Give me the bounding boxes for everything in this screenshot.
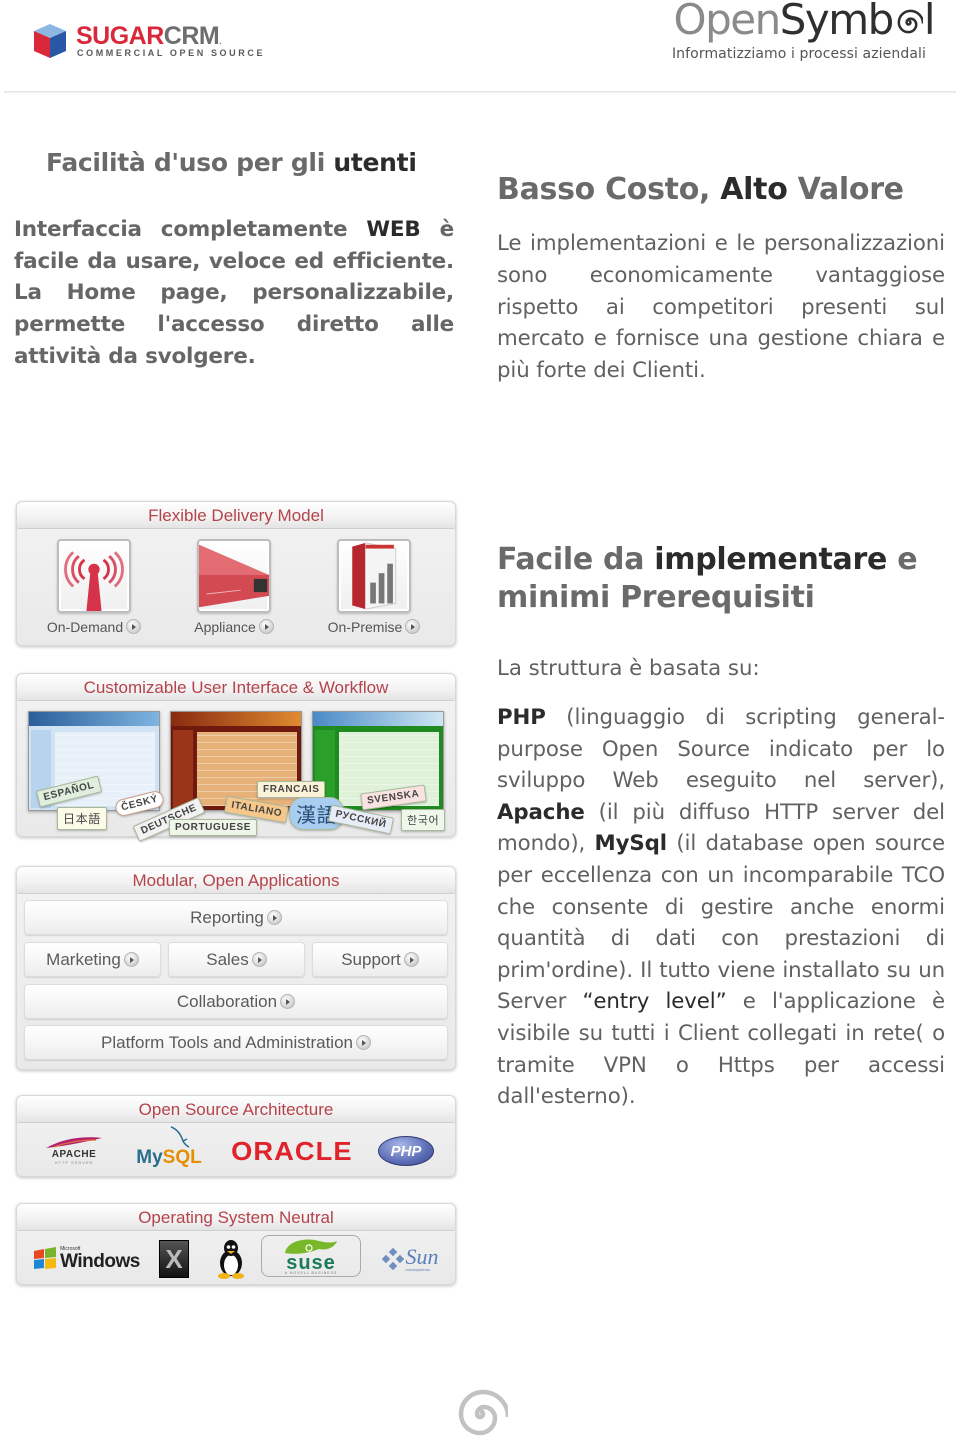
language-tag: FRANCAIS <box>257 781 326 798</box>
appliance-option[interactable]: Appliance <box>174 539 294 635</box>
arrow-right-icon[interactable] <box>126 619 142 634</box>
language-tag: 한국어 <box>401 809 446 831</box>
reporting-button[interactable]: Reporting <box>24 900 448 935</box>
implementation-heading: Facile da implementare e minimi Prerequi… <box>497 542 918 615</box>
custom-ui-panel: Customizable User Interface & Workflow E… <box>16 673 456 842</box>
sugarcrm-tagline: COMMERCIAL OPEN SOURCE <box>77 48 266 58</box>
server-appliance-icon <box>197 539 271 613</box>
arrow-right-icon <box>251 952 267 967</box>
ease-of-use-heading: Facilità d'uso per gli utenti <box>46 148 417 177</box>
mysql-logo: My SQL <box>129 1126 209 1171</box>
apache-logo: APACHE HTTP SERVER <box>39 1131 109 1171</box>
sun-diamond-icon <box>381 1248 404 1270</box>
sugarcrm-logo: SUGARCRM. COMMERCIAL OPEN SOURCE <box>34 22 266 60</box>
php-logo: PHP <box>377 1131 435 1171</box>
modular-apps-panel: Modular, Open Applications Reporting Mar… <box>16 866 456 1070</box>
page-header: SUGARCRM. COMMERCIAL OPEN SOURCE OpenSym… <box>0 0 960 94</box>
collaboration-label: Collaboration <box>176 992 278 1011</box>
panel-title: Modular, Open Applications <box>17 867 455 894</box>
linux-tux-logo <box>213 1239 249 1279</box>
arrow-right-icon <box>355 1035 371 1050</box>
on-demand-option[interactable]: On-Demand <box>34 539 154 635</box>
spiral-icon <box>897 9 923 34</box>
panel-title: Operating System Neutral <box>17 1204 455 1231</box>
suse-logo: suse A NOVELL BUSINESS <box>261 1235 361 1277</box>
software-box-icon <box>337 539 411 613</box>
header-divider <box>4 91 956 93</box>
delivery-model-panel: Flexible Delivery Model On-Demand Applia… <box>16 501 456 646</box>
language-tag: 日本語 <box>57 807 107 830</box>
on-premise-option[interactable]: On-Premise <box>314 539 434 635</box>
opensymbol-tagline: Informatizziamo i processi aziendali <box>671 46 926 62</box>
arrow-right-icon[interactable] <box>405 619 421 634</box>
mac-os-x-logo: X <box>157 1239 191 1279</box>
feather-icon <box>46 1137 102 1148</box>
panel-title: Flexible Delivery Model <box>17 502 455 529</box>
spiral-icon <box>458 1389 508 1436</box>
structure-intro: La struttura è basata su: <box>497 656 760 681</box>
penguin-icon <box>218 1240 244 1279</box>
ease-of-use-text: Interfaccia completamente WEB è facile d… <box>14 217 454 369</box>
arrow-right-icon <box>266 910 282 925</box>
arrow-right-icon <box>123 952 139 967</box>
on-premise-label: On-Premise <box>327 619 403 635</box>
windows-logo: Microsoft Windows <box>31 1239 141 1279</box>
collaboration-button[interactable]: Collaboration <box>24 984 448 1019</box>
sun-logo: Sun microsystems <box>377 1239 443 1279</box>
windows-flag-icon <box>34 1247 57 1269</box>
arrow-right-icon <box>280 994 296 1009</box>
on-demand-label: On-Demand <box>46 619 124 635</box>
low-cost-heading: Basso Costo, Alto Valore <box>497 172 904 207</box>
low-cost-text: Le implementazioni e le personalizzazion… <box>497 231 945 384</box>
support-button[interactable]: Support <box>312 942 448 977</box>
arrow-right-icon[interactable] <box>258 619 274 634</box>
language-tag: PORTUGUESE <box>169 819 258 836</box>
panel-title: Open Source Architecture <box>17 1096 455 1123</box>
oracle-logo: ORACLE <box>231 1135 353 1166</box>
support-label: Support <box>341 950 401 969</box>
dolphin-icon <box>170 1126 190 1148</box>
sales-button[interactable]: Sales <box>168 942 305 977</box>
marketing-label: Marketing <box>46 950 121 969</box>
opensymbol-logo: OpenSymb l Informatizziamo i processi azi… <box>671 0 936 70</box>
os-neutral-panel: Operating System Neutral Microsoft Windo… <box>16 1203 456 1285</box>
platform-tools-button[interactable]: Platform Tools and Administration <box>24 1025 448 1060</box>
arrow-right-icon <box>403 952 419 967</box>
cube-icon <box>34 24 66 58</box>
sales-label: Sales <box>206 950 249 969</box>
marketing-button[interactable]: Marketing <box>24 942 161 977</box>
platform-tools-label: Platform Tools and Administration <box>101 1033 353 1052</box>
opensymbol-wordmark: OpenSymb l <box>673 0 936 44</box>
reporting-label: Reporting <box>190 908 264 927</box>
appliance-label: Appliance <box>194 619 256 635</box>
implementation-text: PHP (linguaggio di scripting general-pur… <box>497 705 945 1110</box>
antenna-icon <box>57 539 131 613</box>
architecture-panel: Open Source Architecture APACHE HTTP SER… <box>16 1095 456 1177</box>
panel-title: Customizable User Interface & Workflow <box>17 674 455 701</box>
